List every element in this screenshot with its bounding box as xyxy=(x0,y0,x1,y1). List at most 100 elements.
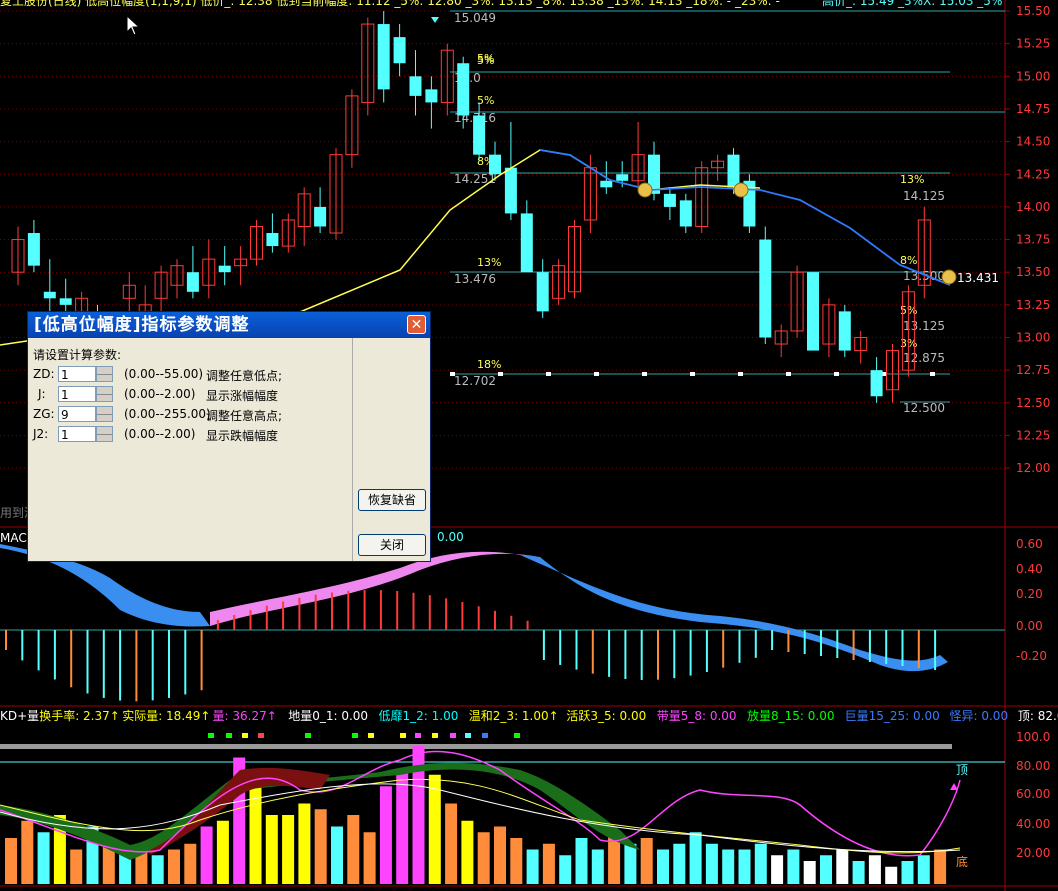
volume-tick-label: 80.00 xyxy=(1016,759,1050,773)
candle-body xyxy=(314,206,327,227)
macd-bar xyxy=(233,615,236,630)
macd-bar xyxy=(347,590,350,630)
volume-signal-dot xyxy=(208,733,214,738)
param-name: J: xyxy=(38,387,46,401)
macd-bar xyxy=(70,630,73,688)
volume-bar xyxy=(379,786,392,884)
macd-bar xyxy=(53,630,56,680)
param-zd-input[interactable]: 1 xyxy=(58,366,96,382)
macd-bar xyxy=(917,630,920,668)
macd-bar xyxy=(135,630,138,702)
volume-bar xyxy=(673,843,686,884)
volume-signal-dot xyxy=(482,733,488,738)
volume-cap-band xyxy=(0,744,952,749)
triangle-marker-icon xyxy=(431,17,439,23)
macd-bar xyxy=(428,595,431,630)
chart-title-right: 高价_: 15.49 _3%X: 15.03 _5% xyxy=(822,0,1002,8)
macd-bar xyxy=(771,630,774,650)
candle-body xyxy=(457,63,470,116)
param-zg-spinner[interactable] xyxy=(96,406,113,422)
macd-tick-label: 0.20 xyxy=(1016,587,1043,601)
candle-body xyxy=(59,298,72,305)
price-tick-label: 12.75 xyxy=(1016,363,1050,377)
volume-bar xyxy=(70,849,83,884)
volume-signal-dot xyxy=(226,733,232,738)
close-button[interactable]: 关闭 xyxy=(358,534,426,556)
macd-bar xyxy=(575,630,578,670)
macd-bar xyxy=(477,606,480,630)
volume-bar xyxy=(787,849,800,884)
volume-signal-dot xyxy=(514,733,520,738)
volume-header-item: 量: 36.27↑ xyxy=(213,709,277,723)
param-desc: 调整任意高点; xyxy=(206,409,283,423)
macd-tick-label: -0.20 xyxy=(1016,649,1047,663)
macd-bar xyxy=(249,610,252,630)
dialog-body: 请设置计算参数: ZD: 1 (0.00--55.00) 调整任意低点; J: … xyxy=(28,338,353,561)
price-tick-label: 15.00 xyxy=(1016,69,1050,83)
candle-body xyxy=(377,24,390,90)
candle-body xyxy=(838,311,851,351)
volume-bar xyxy=(803,861,816,884)
candle-body xyxy=(218,265,231,273)
volume-signal-dot xyxy=(400,733,406,738)
volume-header-item: 带量5_8: 0.00 xyxy=(657,709,737,723)
price-tick-label: 15.50 xyxy=(1016,4,1050,18)
candle-body xyxy=(266,233,279,247)
volume-bar xyxy=(934,849,947,884)
macd-bar xyxy=(901,630,904,666)
volume-tick-label: 100.0 xyxy=(1016,730,1050,744)
param-j-spinner[interactable] xyxy=(96,386,113,402)
macd-band-blue xyxy=(520,555,948,672)
macd-bar xyxy=(657,630,659,680)
macd-bar xyxy=(803,630,806,654)
level-dot xyxy=(930,372,935,376)
param-zd-spinner[interactable] xyxy=(96,366,113,382)
param-j2-spinner[interactable] xyxy=(96,426,113,442)
chart-title: 复工股份(日线) 低高位幅度(1,1,9,1) 低价_: 12.38 低到当前幅… xyxy=(0,0,780,8)
price-tick-label: 13.75 xyxy=(1016,233,1050,247)
volume-header-item: 换手率: 2.37↑ xyxy=(39,708,120,723)
money-bag-icon xyxy=(941,269,957,285)
level-price-label: 13.125 xyxy=(903,319,945,333)
macd-bar xyxy=(168,630,170,698)
volume-bar xyxy=(265,815,278,884)
volume-bar xyxy=(575,838,588,884)
volume-bar xyxy=(820,855,832,884)
volume-header-item: 顶: 82.00 xyxy=(1018,709,1058,723)
volume-bar xyxy=(885,866,898,884)
macd-value: 0.00 xyxy=(437,530,464,544)
volume-bar xyxy=(754,843,767,884)
restore-default-button[interactable]: 恢复缺省 xyxy=(358,489,426,511)
volume-signal-dot xyxy=(432,733,438,738)
price-tick-label: 13.50 xyxy=(1016,265,1050,279)
level-price-label: 15.049 xyxy=(454,11,496,25)
volume-bar xyxy=(559,855,572,884)
macd-bar xyxy=(314,594,317,630)
param-j2-input[interactable]: 1 xyxy=(58,426,96,442)
volume-bar xyxy=(445,803,458,884)
mouse-cursor-icon xyxy=(126,14,141,36)
param-name: ZG: xyxy=(33,407,55,421)
close-icon[interactable]: ✕ xyxy=(407,315,426,334)
param-zg-input[interactable]: 9 xyxy=(58,406,96,422)
volume-bar xyxy=(347,815,360,884)
macd-bar xyxy=(510,615,513,630)
volume-bar xyxy=(591,849,604,884)
param-range: (0.00--2.00) xyxy=(124,427,196,441)
macd-bar xyxy=(787,630,790,652)
volume-signal-dot xyxy=(450,733,456,738)
volume-bar xyxy=(510,838,523,884)
macd-bar xyxy=(412,592,415,630)
macd-bar xyxy=(86,630,89,694)
level-percent-label: 13% xyxy=(477,256,501,269)
param-j-input[interactable]: 1 xyxy=(58,386,96,402)
macd-bar xyxy=(265,605,268,630)
volume-bar xyxy=(917,855,930,884)
macd-bar xyxy=(151,630,154,701)
price-tick-label: 15.25 xyxy=(1016,37,1050,51)
volume-bar xyxy=(249,786,262,884)
volume-header-item: KD+量 xyxy=(0,709,39,723)
candle-body xyxy=(409,76,422,96)
volume-bar xyxy=(396,769,409,884)
macd-bar xyxy=(559,630,562,665)
